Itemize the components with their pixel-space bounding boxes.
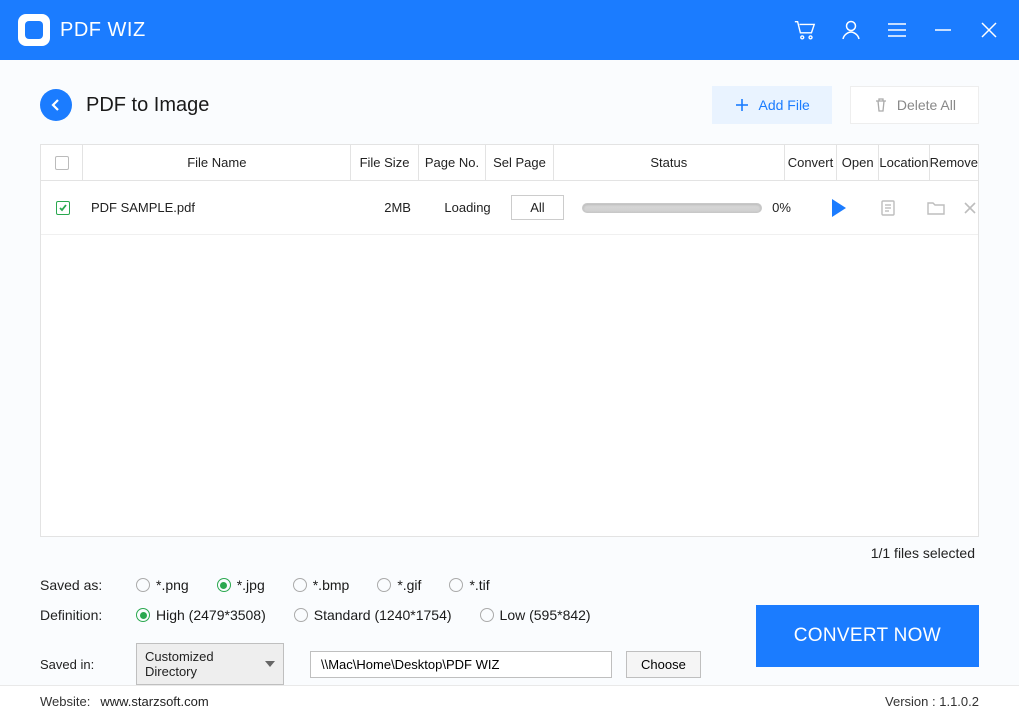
saved-as-radio[interactable]: *.jpg	[217, 577, 265, 593]
progress-pct: 0%	[772, 200, 802, 215]
radio-dot-icon	[449, 578, 463, 592]
menu-icon[interactable]	[885, 18, 909, 42]
radio-label: High (2479*3508)	[156, 607, 266, 623]
row-progress: 0%	[572, 200, 812, 215]
radio-dot-icon	[217, 578, 231, 592]
definition-radio[interactable]: High (2479*3508)	[136, 607, 266, 623]
saved-in-dropdown[interactable]: Customized Directory	[136, 643, 284, 685]
row-filename: PDF SAMPLE.pdf	[85, 200, 363, 215]
saved-as-label: Saved as:	[40, 577, 136, 593]
radio-label: *.bmp	[313, 577, 350, 593]
main-area: PDF to Image Add File Delete All File Na…	[0, 60, 1019, 685]
table-header: File Name File Size Page No. Sel Page St…	[41, 145, 978, 181]
col-location: Location	[879, 145, 929, 180]
row-convert-button[interactable]	[812, 199, 866, 217]
delete-all-label: Delete All	[897, 97, 956, 113]
radio-dot-icon	[377, 578, 391, 592]
saved-as-radio[interactable]: *.tif	[449, 577, 489, 593]
file-table: File Name File Size Page No. Sel Page St…	[40, 144, 979, 537]
radio-label: *.gif	[397, 577, 421, 593]
definition-label: Definition:	[40, 607, 136, 623]
col-filename: File Name	[83, 145, 351, 180]
radio-dot-icon	[293, 578, 307, 592]
footer-version: 1.1.0.2	[939, 694, 979, 709]
col-filesize: File Size	[351, 145, 418, 180]
cart-icon[interactable]	[793, 18, 817, 42]
user-icon[interactable]	[839, 18, 863, 42]
radio-label: *.tif	[469, 577, 489, 593]
radio-label: Low (595*842)	[500, 607, 591, 623]
footer-website[interactable]: www.starzsoft.com	[100, 694, 208, 709]
select-all-checkbox[interactable]	[55, 156, 69, 170]
saved-as-row: Saved as: *.png *.jpg *.bmp *.gif *.tif	[40, 577, 979, 593]
progress-bar	[582, 203, 762, 213]
footer-website-label: Website:	[40, 694, 90, 709]
convert-now-button[interactable]: CONVERT NOW	[756, 605, 979, 667]
files-selected-label: 1/1 files selected	[40, 537, 979, 563]
table-row: PDF SAMPLE.pdf 2MB Loading All 0%	[41, 181, 978, 235]
saved-as-radio[interactable]: *.png	[136, 577, 189, 593]
footer: Website: www.starzsoft.com Version : 1.1…	[0, 685, 1019, 717]
col-open: Open	[837, 145, 879, 180]
radio-dot-icon	[136, 608, 150, 622]
saved-in-label: Saved in:	[40, 657, 136, 672]
minimize-icon[interactable]	[931, 18, 955, 42]
row-checkbox[interactable]	[56, 201, 70, 215]
add-file-button[interactable]: Add File	[712, 86, 831, 124]
row-location-button[interactable]	[910, 199, 962, 217]
radio-label: *.jpg	[237, 577, 265, 593]
close-icon[interactable]	[977, 18, 1001, 42]
add-file-label: Add File	[758, 97, 809, 113]
col-status: Status	[554, 145, 785, 180]
row-selpage[interactable]: All	[511, 195, 563, 220]
col-pageno: Page No.	[419, 145, 486, 180]
saved-in-dropdown-label: Customized Directory	[145, 649, 259, 679]
radio-label: *.png	[156, 577, 189, 593]
choose-button[interactable]: Choose	[626, 651, 701, 678]
row-open-button[interactable]	[866, 199, 910, 217]
chevron-down-icon	[265, 661, 275, 667]
row-remove-button[interactable]	[962, 200, 978, 216]
radio-dot-icon	[480, 608, 494, 622]
titlebar: PDF WIZ	[0, 0, 1019, 60]
app-logo	[18, 14, 50, 46]
page-title: PDF to Image	[86, 94, 209, 117]
back-button[interactable]	[40, 89, 72, 121]
col-selpage: Sel Page	[486, 145, 553, 180]
radio-dot-icon	[136, 578, 150, 592]
radio-dot-icon	[294, 608, 308, 622]
delete-all-button[interactable]: Delete All	[850, 86, 979, 124]
saved-as-radio[interactable]: *.gif	[377, 577, 421, 593]
saved-as-radio[interactable]: *.bmp	[293, 577, 350, 593]
definition-radio[interactable]: Low (595*842)	[480, 607, 591, 623]
saved-in-path-input[interactable]	[310, 651, 612, 678]
row-pageno: Loading	[433, 200, 503, 215]
definition-radio[interactable]: Standard (1240*1754)	[294, 607, 452, 623]
col-remove: Remove	[930, 145, 978, 180]
radio-label: Standard (1240*1754)	[314, 607, 452, 623]
play-icon	[832, 199, 846, 217]
footer-version-label: Version :	[885, 694, 939, 709]
row-filesize: 2MB	[363, 200, 433, 215]
app-title: PDF WIZ	[60, 19, 146, 42]
col-convert: Convert	[785, 145, 837, 180]
